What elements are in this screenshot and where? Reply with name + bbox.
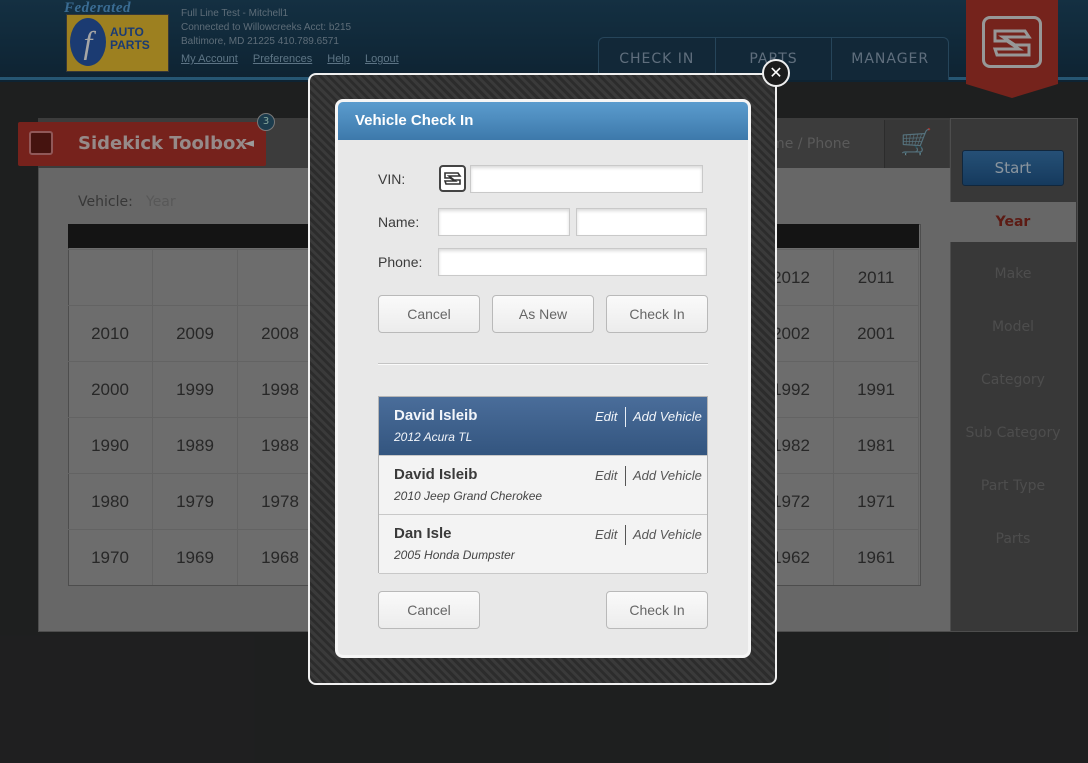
vin-label: VIN: [378, 171, 406, 187]
name-label: Name: [378, 214, 420, 230]
phone-field[interactable] [438, 248, 707, 276]
bottom-check-in-button[interactable]: Check In [606, 591, 708, 629]
edit-link[interactable]: Edit [595, 409, 617, 424]
first-name-field[interactable] [438, 208, 570, 236]
customer-name: Dan Isle [394, 525, 452, 542]
customer-row[interactable]: David Isleib 2010 Jeep Grand Cherokee Edit… [379, 456, 707, 515]
customer-vehicle: 2005 Honda Dumpster [394, 548, 515, 562]
edit-link[interactable]: Edit [595, 468, 617, 483]
vin-field[interactable] [470, 165, 703, 193]
customer-row[interactable]: Dan Isle 2005 Honda Dumpster Edit Add Vehic… [379, 515, 707, 574]
bottom-cancel-button[interactable]: Cancel [378, 591, 480, 629]
link-separator [625, 466, 626, 486]
add-vehicle-link[interactable]: Add Vehicle [633, 409, 702, 424]
link-separator [625, 407, 626, 427]
add-vehicle-link[interactable]: Add Vehicle [633, 527, 702, 542]
customer-vehicle: 2012 Acura TL [394, 430, 473, 444]
sidekick-logo-icon [443, 172, 462, 185]
add-vehicle-link[interactable]: Add Vehicle [633, 468, 702, 483]
vin-scan-icon[interactable] [439, 165, 466, 192]
dialog-title: Vehicle Check In [338, 102, 748, 140]
cancel-button[interactable]: Cancel [378, 295, 480, 333]
customer-vehicle: 2010 Jeep Grand Cherokee [394, 489, 543, 503]
close-icon[interactable]: ✕ [762, 59, 790, 87]
section-divider [378, 363, 708, 365]
phone-label: Phone: [378, 254, 423, 270]
customer-name: David Isleib [394, 407, 478, 424]
edit-link[interactable]: Edit [595, 527, 617, 542]
customer-row[interactable]: David Isleib 2012 Acura TL Edit Add Vehicle [379, 397, 707, 456]
customer-name: David Isleib [394, 466, 478, 483]
check-in-button[interactable]: Check In [606, 295, 708, 333]
last-name-field[interactable] [576, 208, 707, 236]
link-separator [625, 525, 626, 545]
as-new-button[interactable]: As New [492, 295, 594, 333]
